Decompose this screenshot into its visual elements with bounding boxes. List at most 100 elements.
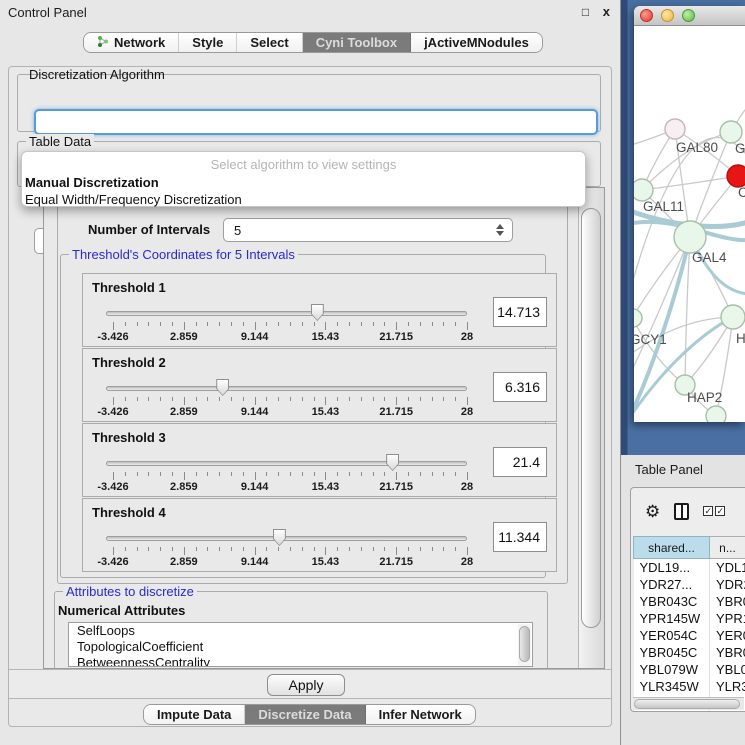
network-node[interactable]: [720, 121, 742, 143]
top-tab-bar: Network Style Select Cyni Toolbox jActiveMNo…: [83, 32, 543, 53]
tab-label: Network: [114, 35, 165, 50]
combo-stepper-icon: [496, 224, 504, 236]
threshold-slider-track[interactable]: [106, 536, 467, 541]
number-of-intervals-label: Number of Intervals: [88, 222, 210, 237]
table-row[interactable]: YBR043CYBR0: [634, 593, 745, 610]
tab-label: Discretize Data: [258, 707, 351, 722]
tab-style[interactable]: Style: [179, 33, 237, 52]
slider-tick-labels: -3.4262.8599.14415.4321.71528: [113, 481, 467, 493]
tab-jactivemnodules[interactable]: jActiveMNodules: [411, 33, 542, 52]
column-header-shared[interactable]: shared...: [634, 537, 710, 559]
bottom-tab-discretize-data[interactable]: Discretize Data: [245, 705, 365, 724]
table-cell[interactable]: YDR27...: [634, 576, 710, 593]
column-header-name[interactable]: n...: [710, 537, 745, 559]
horizontal-scrollbar-thumb[interactable]: [634, 699, 740, 709]
close-traffic-light-icon[interactable]: [640, 9, 653, 22]
table-cell[interactable]: YDR2: [710, 576, 745, 593]
tab-cyni-toolbox[interactable]: Cyni Toolbox: [303, 33, 411, 52]
table-row[interactable]: YLR345WYLR3: [634, 678, 745, 695]
zoom-traffic-light-icon[interactable]: [682, 9, 695, 22]
tab-label: Select: [250, 35, 288, 50]
list-scrollbar[interactable]: [518, 624, 531, 667]
list-item-topologicalcoefficient[interactable]: TopologicalCoefficient: [69, 639, 532, 655]
float-icon[interactable]: □: [582, 5, 589, 19]
threshold-slider-thumb[interactable]: [311, 304, 324, 321]
table-row[interactable]: YDR27...YDR2: [634, 576, 745, 593]
tab-label: Cyni Toolbox: [316, 35, 397, 50]
threshold-label: Threshold 4: [92, 505, 166, 520]
table-cell[interactable]: YLR345W: [634, 678, 710, 695]
table-row[interactable]: YDL19...YDL1: [634, 559, 745, 576]
list-item-betweennesscentrality[interactable]: BetweennessCentrality: [69, 655, 532, 667]
bottom-tab-impute-data[interactable]: Impute Data: [144, 705, 245, 724]
network-node[interactable]: [634, 309, 642, 327]
popup-item-manual-discretization[interactable]: Manual Discretization: [22, 174, 585, 191]
table-cell[interactable]: YBL079W: [634, 661, 710, 678]
gear-icon[interactable]: ⚙: [645, 503, 660, 520]
network-window-titlebar[interactable]: [634, 6, 745, 26]
popup-item-equal-width-frequency-discretization[interactable]: Equal Width/Frequency Discretization: [22, 191, 585, 208]
table-row[interactable]: YBL079WYBL0: [634, 661, 745, 678]
minimize-traffic-light-icon[interactable]: [661, 9, 674, 22]
vertical-scrollbar[interactable]: [578, 188, 604, 668]
table-cell[interactable]: YDL19...: [634, 559, 710, 576]
table-cell[interactable]: YBR045C: [634, 644, 710, 661]
threshold-box: Threshold 1 -3.4262.8599.14415.4321.7152…: [82, 273, 557, 347]
threshold-value-input[interactable]: [493, 372, 547, 402]
table-cell[interactable]: YBR043C: [634, 593, 710, 610]
algorithm-combo[interactable]: [34, 109, 598, 135]
list-scrollbar-thumb[interactable]: [519, 626, 530, 662]
threshold-box: Threshold 3 -3.4262.8599.14415.4321.7152…: [82, 423, 557, 497]
checkbox-pair-icon[interactable]: ✓✓: [703, 506, 725, 516]
bottom-tab-infer-network[interactable]: Infer Network: [366, 705, 475, 724]
threshold-slider-track[interactable]: [106, 386, 467, 391]
threshold-slider-track[interactable]: [106, 461, 467, 466]
table-cell[interactable]: YPR1: [710, 610, 745, 627]
threshold-slider-track[interactable]: [106, 311, 467, 316]
table-toolbar: ⚙ ✓✓: [631, 488, 745, 534]
threshold-label: Threshold 1: [92, 280, 166, 295]
table-cell[interactable]: YLR3: [710, 678, 745, 695]
network-node[interactable]: [727, 165, 745, 187]
threshold-value-input[interactable]: [493, 447, 547, 477]
network-node[interactable]: [706, 406, 726, 422]
table-cell[interactable]: YPR145W: [634, 610, 710, 627]
table-row[interactable]: YBR045CYBR0: [634, 644, 745, 661]
tab-network[interactable]: Network: [84, 33, 179, 52]
slider-ticks: [113, 547, 467, 555]
number-of-intervals-combo[interactable]: 5: [223, 218, 513, 242]
numerical-attributes-list[interactable]: SelfLoopsTopologicalCoefficientBetweenne…: [68, 622, 533, 667]
discretization-algorithm-group: Discretization Algorithm: [17, 74, 601, 132]
vertical-scrollbar-thumb[interactable]: [581, 208, 601, 628]
threshold-slider-thumb[interactable]: [273, 529, 286, 546]
network-node[interactable]: [665, 119, 685, 139]
columns-icon[interactable]: [674, 503, 689, 520]
table-cell[interactable]: YER0: [710, 627, 745, 644]
apply-button[interactable]: Apply: [267, 674, 345, 696]
horizontal-scrollbar[interactable]: [633, 697, 744, 710]
list-item-selfloops[interactable]: SelfLoops: [69, 623, 532, 639]
network-node-label: C: [738, 185, 745, 200]
threshold-label: Threshold 3: [92, 430, 166, 445]
tab-select[interactable]: Select: [237, 33, 302, 52]
table-row[interactable]: YER054CYER0: [634, 627, 745, 644]
network-node[interactable]: [721, 305, 745, 329]
threshold-value-input[interactable]: [493, 297, 547, 327]
tab-label: jActiveMNodules: [424, 35, 529, 50]
slider-tick-labels: -3.4262.8599.14415.4321.71528: [113, 331, 467, 343]
table-cell[interactable]: YDL1: [710, 559, 745, 576]
network-node[interactable]: [634, 179, 653, 201]
network-node-label: HAP2: [687, 390, 722, 405]
threshold-value-input[interactable]: [493, 522, 547, 552]
threshold-slider-thumb[interactable]: [216, 379, 229, 396]
desktop-background: GAL80GACGAL11GAL4GCY1HHAP2: [621, 0, 745, 455]
network-view[interactable]: GAL80GACGAL11GAL4GCY1HHAP2: [634, 26, 745, 422]
threshold-slider-thumb[interactable]: [386, 454, 399, 471]
table-cell[interactable]: YER054C: [634, 627, 710, 644]
table-cell[interactable]: YBR0: [710, 644, 745, 661]
table-cell[interactable]: YBR0: [710, 593, 745, 610]
table-cell[interactable]: YBL0: [710, 661, 745, 678]
network-node[interactable]: [674, 221, 706, 253]
close-icon[interactable]: x: [603, 4, 610, 19]
table-row[interactable]: YPR145WYPR1: [634, 610, 745, 627]
